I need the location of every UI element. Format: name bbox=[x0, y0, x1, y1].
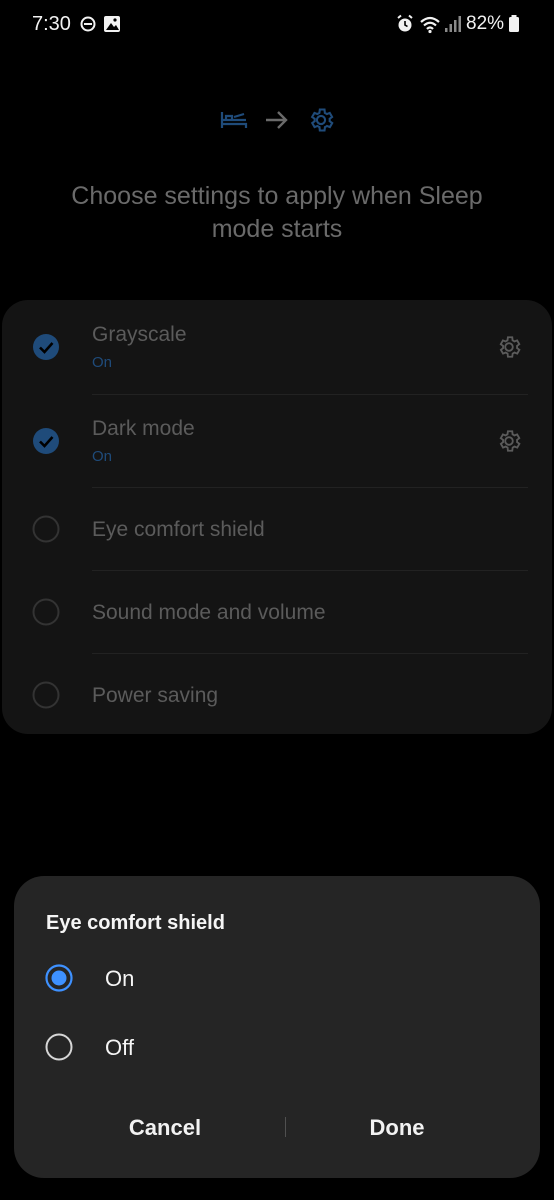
setting-status: On bbox=[92, 354, 113, 371]
setting-label: Grayscale bbox=[92, 323, 187, 346]
cancel-button[interactable]: Cancel bbox=[65, 1098, 265, 1158]
arrow-right-icon bbox=[264, 108, 290, 137]
setting-row-sound-mode[interactable]: Sound mode and volume bbox=[2, 571, 552, 653]
setting-row-eye-comfort-shield[interactable]: Eye comfort shield bbox=[2, 488, 552, 570]
dialog-title: Eye comfort shield bbox=[46, 912, 225, 934]
option-off[interactable]: Off bbox=[14, 1017, 540, 1077]
setting-label: Eye comfort shield bbox=[92, 518, 265, 541]
page-title: Choose settings to apply when Sleep mode… bbox=[71, 182, 483, 243]
radio-unselected-icon[interactable] bbox=[45, 1033, 73, 1061]
setting-row-dark-mode[interactable]: Dark mode On bbox=[2, 395, 552, 487]
gear-icon bbox=[307, 106, 335, 139]
unchecked-checkbox-icon[interactable] bbox=[32, 515, 60, 543]
setting-row-grayscale[interactable]: Grayscale On bbox=[2, 300, 552, 394]
grayscale-settings-gear-icon[interactable] bbox=[496, 334, 522, 360]
setting-label: Sound mode and volume bbox=[92, 601, 326, 624]
setting-label: Dark mode bbox=[92, 417, 195, 440]
done-button[interactable]: Done bbox=[297, 1098, 497, 1158]
button-divider bbox=[285, 1117, 286, 1137]
checked-checkbox-icon[interactable] bbox=[32, 333, 60, 361]
setting-label: Power saving bbox=[92, 684, 219, 707]
unchecked-checkbox-icon[interactable] bbox=[32, 681, 60, 709]
settings-card: Grayscale On Dark mode On Eye comfort sh… bbox=[2, 300, 552, 734]
unchecked-checkbox-icon[interactable] bbox=[32, 598, 60, 626]
option-label: On bbox=[105, 966, 135, 991]
setting-status: On bbox=[92, 448, 113, 465]
radio-selected-icon[interactable] bbox=[45, 964, 73, 992]
option-on[interactable]: On bbox=[14, 948, 540, 1008]
checked-checkbox-icon[interactable] bbox=[32, 427, 60, 455]
bed-icon bbox=[220, 108, 248, 137]
hero-icons bbox=[0, 100, 554, 140]
option-label: Off bbox=[105, 1035, 134, 1060]
dark-mode-settings-gear-icon[interactable] bbox=[496, 428, 522, 454]
eye-comfort-shield-dialog: Eye comfort shield On Off Cancel Done bbox=[14, 876, 540, 1178]
setting-row-power-saving[interactable]: Power saving bbox=[2, 654, 552, 734]
